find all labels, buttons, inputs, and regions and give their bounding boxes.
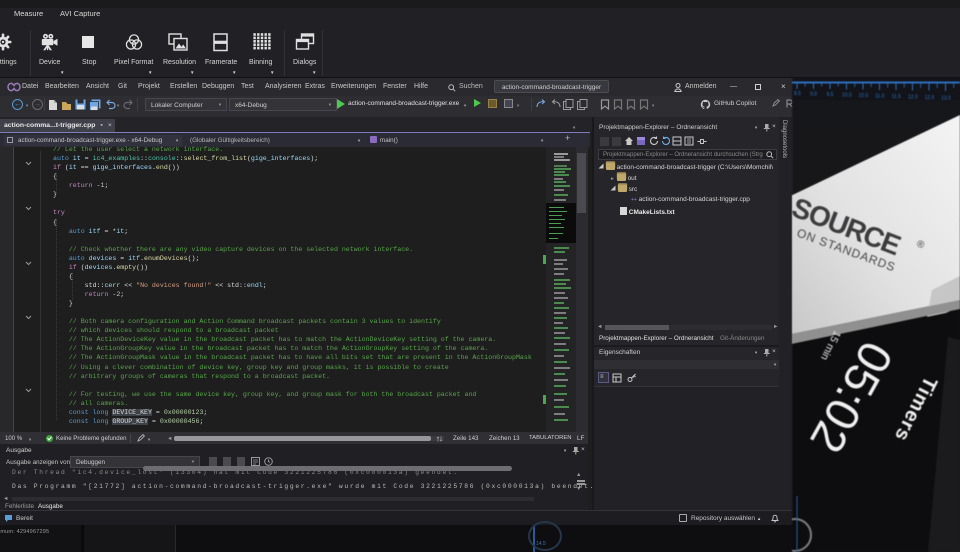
svg-text:11.0: 11.0 (875, 94, 885, 100)
svg-text:11.5: 11.5 (892, 94, 902, 100)
svg-text:8.5: 8.5 (794, 91, 801, 97)
svg-text:9.0: 9.0 (810, 92, 817, 98)
svg-text:12.0: 12.0 (908, 95, 918, 101)
svg-text:10.5: 10.5 (859, 93, 869, 99)
svg-text:9.5: 9.5 (827, 92, 834, 98)
svg-text:10.0: 10.0 (842, 93, 852, 99)
